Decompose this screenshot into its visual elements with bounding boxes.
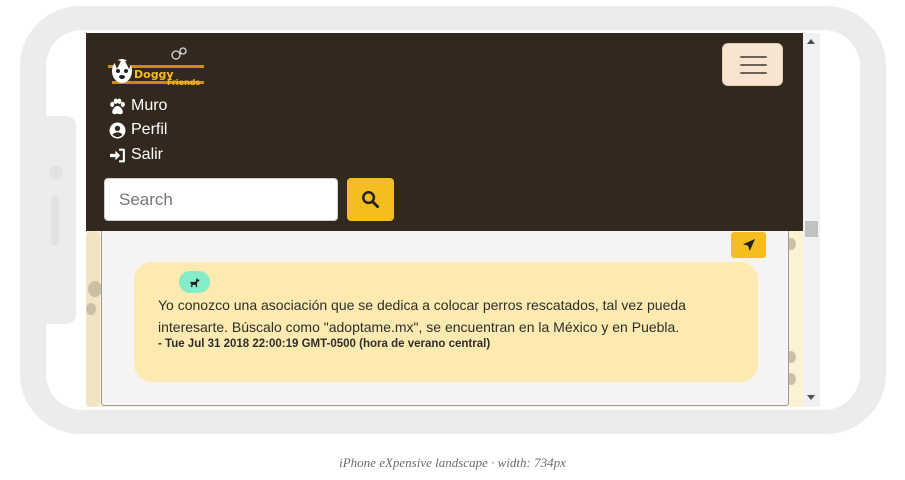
nav-item-perfil[interactable]: Perfil — [109, 119, 167, 141]
location-arrow-icon — [742, 239, 755, 251]
navbar-toggler-button[interactable] — [722, 43, 783, 86]
hamburger-icon — [740, 72, 767, 74]
avatar[interactable] — [179, 271, 210, 293]
search-input[interactable] — [104, 178, 338, 221]
phone-speaker — [51, 196, 59, 246]
post-card: Yo conozco una asociación que se dedica … — [101, 221, 789, 406]
phone-notch — [20, 116, 76, 324]
brand-text-friends: Friends — [167, 78, 200, 87]
paw-icon — [110, 98, 125, 114]
dog-icon — [189, 277, 200, 287]
nav-item-label: Muro — [131, 97, 168, 114]
scroll-down-arrow-icon[interactable] — [807, 395, 815, 400]
pattern-dot — [88, 281, 102, 297]
send-comment-button[interactable] — [731, 232, 766, 258]
comment-text: Yo conozco una asociación que se dedica … — [158, 297, 686, 335]
hamburger-icon — [740, 56, 767, 58]
brand-logo[interactable]: Doggy Friends — [108, 43, 206, 89]
sign-in-icon — [110, 148, 125, 162]
comment-timestamp: - Tue Jul 31 2018 22:00:19 GMT-0500 (hor… — [158, 338, 491, 350]
nav-item-label: Perfil — [131, 121, 168, 138]
scrollbar[interactable] — [803, 33, 820, 407]
device-screen: Doggy Friends Muro Perfil Salir Search Y… — [86, 33, 820, 407]
nav-item-label: Salir — [131, 146, 164, 163]
device-caption: iPhone eXpensive landscape · width: 734p… — [339, 455, 566, 470]
hamburger-icon — [740, 64, 767, 66]
scrollbar-thumb[interactable] — [805, 221, 818, 237]
background-pattern — [86, 231, 100, 407]
pattern-dot — [86, 303, 96, 315]
search-button[interactable] — [347, 178, 394, 221]
scroll-up-arrow-icon[interactable] — [807, 39, 815, 44]
nav-item-muro[interactable]: Muro — [109, 95, 167, 117]
search-icon — [362, 191, 380, 209]
comment-bubble: Yo conozco una asociación que se dedica … — [134, 262, 758, 382]
phone-camera — [49, 166, 63, 180]
user-circle-icon — [109, 122, 126, 138]
nav-item-salir[interactable]: Salir — [109, 144, 163, 166]
navbar: Doggy Friends Muro Perfil Salir Search — [86, 33, 803, 231]
